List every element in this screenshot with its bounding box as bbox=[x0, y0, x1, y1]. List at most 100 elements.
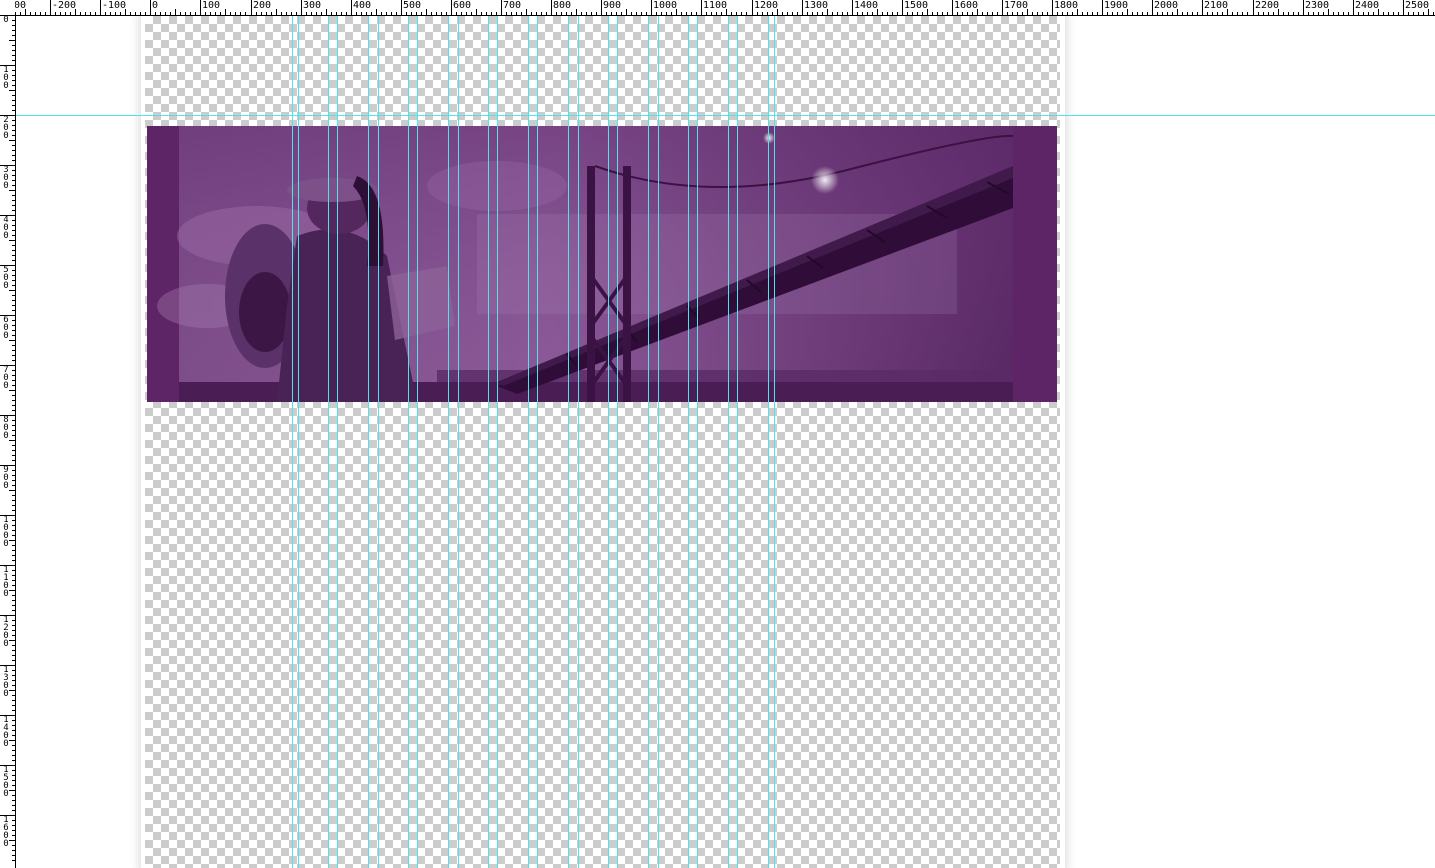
ruler-minor-tick bbox=[12, 805, 15, 806]
ruler-minor-tick bbox=[957, 12, 958, 15]
vertical-guide[interactable] bbox=[448, 16, 449, 868]
ruler-minor-tick bbox=[12, 305, 15, 306]
ruler-minor-tick bbox=[12, 325, 15, 326]
ruler-minor-tick bbox=[190, 12, 191, 15]
banner-image[interactable] bbox=[147, 126, 1057, 402]
ruler-minor-tick bbox=[12, 345, 15, 346]
ruler-minor-tick bbox=[646, 12, 647, 15]
ruler-minor-tick bbox=[1428, 9, 1429, 15]
ruler-minor-tick bbox=[1187, 12, 1188, 15]
ruler-minor-tick bbox=[1167, 12, 1168, 15]
vertical-guide[interactable] bbox=[408, 16, 409, 868]
vertical-guide[interactable] bbox=[774, 16, 775, 868]
horizontal-guide[interactable] bbox=[15, 115, 1435, 116]
ruler-minor-tick bbox=[326, 9, 327, 15]
vertical-guide[interactable] bbox=[688, 16, 689, 868]
ruler-minor-tick bbox=[12, 430, 15, 431]
ruler-minor-tick bbox=[1273, 12, 1274, 15]
vertical-guide[interactable] bbox=[578, 16, 579, 868]
ruler-minor-tick bbox=[486, 12, 487, 15]
vertical-guide[interactable] bbox=[378, 16, 379, 868]
ruler-minor-tick bbox=[336, 12, 337, 15]
ruler-minor-tick bbox=[9, 790, 15, 791]
vertical-guide[interactable] bbox=[737, 16, 738, 868]
ruler-label: 800 bbox=[3, 415, 9, 441]
ruler-minor-tick bbox=[12, 100, 15, 101]
vertical-guide[interactable] bbox=[608, 16, 609, 868]
vertical-guide[interactable] bbox=[417, 16, 418, 868]
vertical-guide[interactable] bbox=[648, 16, 649, 868]
ruler-minor-tick bbox=[12, 380, 15, 381]
ruler-minor-tick bbox=[431, 12, 432, 15]
vertical-guide[interactable] bbox=[568, 16, 569, 868]
vertical-guide[interactable] bbox=[658, 16, 659, 868]
vertical-guide[interactable] bbox=[368, 16, 369, 868]
vertical-guide[interactable] bbox=[497, 16, 498, 868]
ruler-minor-tick bbox=[90, 12, 91, 15]
ruler-minor-tick bbox=[12, 670, 15, 671]
ruler-minor-tick bbox=[12, 195, 15, 196]
ruler-minor-tick bbox=[531, 12, 532, 15]
ruler-label: 2400 bbox=[1355, 0, 1380, 11]
ruler-minor-tick bbox=[1022, 12, 1023, 15]
ruler-minor-tick bbox=[12, 45, 15, 46]
ruler-minor-tick bbox=[12, 500, 15, 501]
vertical-guide[interactable] bbox=[697, 16, 698, 868]
vertical-guide[interactable] bbox=[328, 16, 329, 868]
ruler-minor-tick bbox=[12, 135, 15, 136]
horizontal-ruler[interactable]: -300-200-1000100200300400500600700800900… bbox=[0, 0, 1435, 16]
ruler-minor-tick bbox=[9, 190, 15, 191]
ruler-minor-tick bbox=[832, 12, 833, 15]
ruler-minor-tick bbox=[12, 55, 15, 56]
ruler-minor-tick bbox=[1017, 12, 1018, 15]
ruler-minor-tick bbox=[1373, 12, 1374, 15]
ruler-label: 700 bbox=[3, 365, 9, 391]
ruler-minor-tick bbox=[12, 385, 15, 386]
ruler-label: 1700 bbox=[1004, 0, 1029, 11]
ruler-minor-tick bbox=[927, 9, 928, 15]
ruler-label: 1100 bbox=[3, 565, 9, 599]
ruler-minor-tick bbox=[12, 725, 15, 726]
ruler-minor-tick bbox=[35, 12, 36, 15]
vertical-ruler[interactable]: 0 100 200 300 400 500 600 700 800 900 1000 1100 1200… bbox=[0, 15, 16, 868]
vertical-guide[interactable] bbox=[337, 16, 338, 868]
ruler-minor-tick bbox=[867, 12, 868, 15]
ruler-minor-tick bbox=[266, 12, 267, 15]
ruler-minor-tick bbox=[12, 175, 15, 176]
vertical-guide[interactable] bbox=[768, 16, 769, 868]
ruler-minor-tick bbox=[1263, 12, 1264, 15]
ruler-minor-tick bbox=[461, 12, 462, 15]
ruler-minor-tick bbox=[185, 12, 186, 15]
ruler-minor-tick bbox=[341, 12, 342, 15]
ruler-minor-tick bbox=[9, 440, 15, 441]
ruler-minor-tick bbox=[1112, 12, 1113, 15]
vertical-guide[interactable] bbox=[728, 16, 729, 868]
ruler-minor-tick bbox=[65, 12, 66, 15]
vertical-guide[interactable] bbox=[298, 16, 299, 868]
ruler-minor-tick bbox=[95, 12, 96, 15]
vertical-guide[interactable] bbox=[458, 16, 459, 868]
ruler-minor-tick bbox=[110, 12, 111, 15]
ruler-minor-tick bbox=[12, 595, 15, 596]
ruler-minor-tick bbox=[346, 12, 347, 15]
ruler-minor-tick bbox=[12, 625, 15, 626]
ruler-minor-tick bbox=[12, 710, 15, 711]
ruler-minor-tick bbox=[175, 9, 176, 15]
ruler-minor-tick bbox=[997, 12, 998, 15]
vertical-guide[interactable] bbox=[617, 16, 618, 868]
ruler-minor-tick bbox=[456, 12, 457, 15]
ruler-minor-tick bbox=[9, 640, 15, 641]
ruler-minor-tick bbox=[691, 12, 692, 15]
ruler-minor-tick bbox=[481, 12, 482, 15]
ruler-minor-tick bbox=[596, 12, 597, 15]
ruler-minor-tick bbox=[12, 510, 15, 511]
ruler-label: 1600 bbox=[954, 0, 979, 11]
vertical-guide[interactable] bbox=[488, 16, 489, 868]
ruler-minor-tick bbox=[792, 12, 793, 15]
ruler-minor-tick bbox=[1117, 12, 1118, 15]
ruler-minor-tick bbox=[1192, 12, 1193, 15]
vertical-guide[interactable] bbox=[292, 16, 293, 868]
ruler-minor-tick bbox=[862, 12, 863, 15]
vertical-guide[interactable] bbox=[528, 16, 529, 868]
vertical-guide[interactable] bbox=[537, 16, 538, 868]
